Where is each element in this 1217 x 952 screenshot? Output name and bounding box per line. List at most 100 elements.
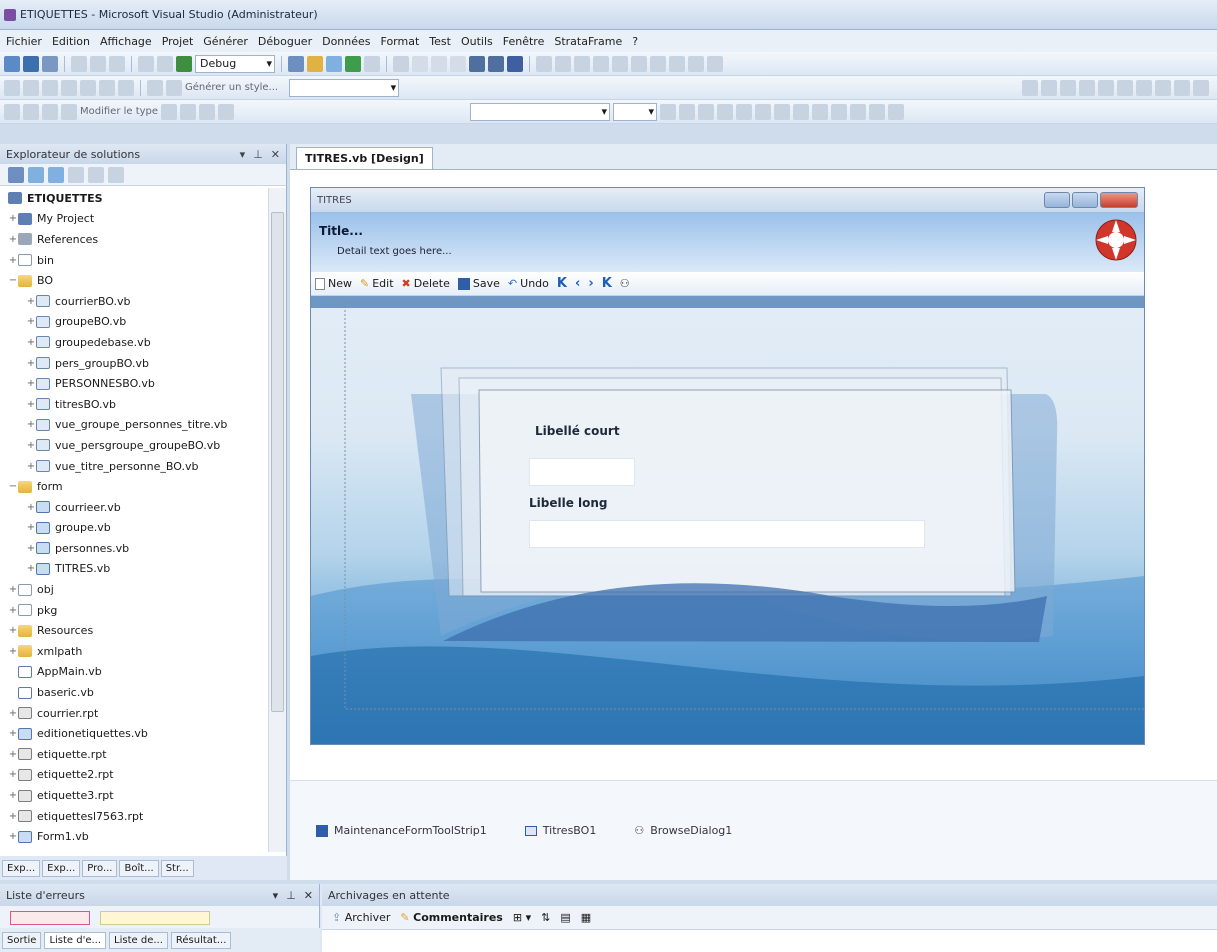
tools-icon[interactable] (488, 55, 504, 72)
step-icon[interactable] (450, 55, 466, 72)
object-browser-icon[interactable] (345, 55, 361, 72)
extension-icon[interactable] (507, 55, 523, 72)
menu-item[interactable]: Edition (52, 35, 90, 48)
output-tab[interactable]: Résultat... (170, 931, 232, 949)
class-diagram-icon[interactable] (108, 166, 124, 183)
expand-icon[interactable]: + (8, 831, 18, 842)
align-icon[interactable] (99, 79, 115, 96)
expand-icon[interactable]: − (8, 275, 18, 286)
tree-node[interactable]: + References (0, 229, 267, 250)
tree-node[interactable]: + vue_persgroupe_groupeBO.vb (0, 435, 267, 456)
auto-hide-icon[interactable]: ⊥ (253, 148, 263, 161)
tree-node[interactable]: + courrierBO.vb (0, 291, 267, 312)
properties-icon[interactable] (8, 166, 24, 183)
expand-icon[interactable]: + (8, 213, 18, 224)
align-icon[interactable] (574, 55, 590, 72)
spacing-icon[interactable] (669, 55, 685, 72)
align-right-icon[interactable] (793, 103, 810, 120)
layout-icon[interactable] (1098, 79, 1114, 96)
expand-icon[interactable]: + (26, 563, 36, 574)
tree-node[interactable]: + editionetiquettes.vb (0, 723, 267, 744)
align-icon[interactable] (118, 79, 134, 96)
tool-window-tab[interactable]: Str... (160, 859, 194, 877)
tree-node[interactable]: + xmlpath (0, 641, 267, 662)
text-icon[interactable] (4, 79, 20, 96)
expand-icon[interactable]: + (26, 378, 36, 389)
tree-node[interactable]: + vue_groupe_personnes_titre.vb (0, 415, 267, 436)
component-titres-bo[interactable]: TitresBO1 (524, 824, 596, 837)
expand-icon[interactable]: + (8, 605, 18, 616)
layout-icon[interactable] (1079, 79, 1095, 96)
scrollbar-thumb[interactable] (271, 212, 284, 712)
menu-item[interactable]: Déboguer (258, 35, 312, 48)
expand-icon[interactable]: − (8, 481, 18, 492)
save-icon[interactable] (23, 55, 39, 72)
align-center-icon[interactable] (774, 103, 791, 120)
copy-icon[interactable] (90, 55, 106, 72)
find-icon[interactable] (288, 55, 304, 72)
tree-node[interactable]: + personnes.vb (0, 538, 267, 559)
indent-icon[interactable] (869, 103, 886, 120)
output-tab[interactable]: Liste d'e... (44, 931, 107, 949)
new-button[interactable]: New (315, 277, 352, 290)
tree-node[interactable]: + etiquette3.rpt (0, 785, 267, 806)
filter-icon[interactable]: ⊞ ▾ (513, 911, 531, 924)
expand-icon[interactable]: + (8, 584, 18, 595)
layout-icon[interactable] (1117, 79, 1133, 96)
expand-icon[interactable]: + (8, 646, 18, 657)
tree-node[interactable]: + My Project (0, 209, 267, 230)
style-select[interactable]: ▾ (289, 78, 400, 97)
tree-node[interactable]: + pkg (0, 600, 267, 621)
browse-button[interactable]: ⚇ (620, 277, 630, 290)
cut-icon[interactable] (71, 55, 87, 72)
tab-titres-design[interactable]: TITRES.vb [Design] (296, 147, 433, 169)
menu-item[interactable]: StrataFrame (554, 35, 622, 48)
expand-icon[interactable]: + (26, 399, 36, 410)
menu-item[interactable]: Projet (162, 35, 194, 48)
pause-icon[interactable] (412, 55, 428, 72)
font-icon[interactable] (166, 79, 182, 96)
show-all-files-icon[interactable] (28, 166, 44, 183)
expand-icon[interactable]: + (8, 811, 18, 822)
expand-icon[interactable]: + (26, 358, 36, 369)
expand-icon[interactable]: + (26, 296, 36, 307)
bold-icon[interactable] (660, 103, 677, 120)
view-icon[interactable]: ▤ (560, 911, 570, 924)
expand-icon[interactable]: + (26, 337, 36, 348)
font-name-select[interactable]: ▾ (470, 102, 611, 121)
arrow-icon[interactable] (161, 103, 178, 120)
tree-node[interactable]: − form (0, 476, 267, 497)
tree-node[interactable]: + TITRES.vb (0, 559, 267, 580)
italic-icon[interactable] (679, 103, 696, 120)
window-icon[interactable] (469, 55, 485, 72)
project-node[interactable]: ETIQUETTES (0, 188, 267, 209)
auto-hide-icon[interactable]: ⊥ (286, 889, 296, 902)
tag-icon[interactable] (147, 79, 163, 96)
view-code-icon[interactable] (68, 166, 84, 183)
size-icon[interactable] (650, 55, 666, 72)
tree-node[interactable]: + vue_titre_personne_BO.vb (0, 456, 267, 477)
tree-node[interactable]: AppMain.vb (0, 662, 267, 683)
tool-window-tab[interactable]: Pro... (82, 859, 118, 877)
tree-node[interactable]: + obj (0, 579, 267, 600)
undo-button[interactable]: ↶ Undo (508, 277, 549, 290)
tree-node[interactable]: baseric.vb (0, 682, 267, 703)
tree-node[interactable]: + etiquette.rpt (0, 744, 267, 765)
save-button[interactable]: Save (457, 277, 500, 290)
undo-icon[interactable] (138, 55, 154, 72)
expand-icon[interactable]: + (26, 522, 36, 533)
tree-node[interactable]: + titresBO.vb (0, 394, 267, 415)
close-icon[interactable] (1100, 192, 1138, 208)
tree-node[interactable]: + Resources (0, 620, 267, 641)
menu-item[interactable]: Générer (203, 35, 248, 48)
expand-icon[interactable]: + (26, 543, 36, 554)
layout-icon[interactable] (1174, 79, 1190, 96)
redo-icon[interactable] (157, 55, 173, 72)
errors-filter-button[interactable] (10, 910, 90, 925)
start-debug-icon[interactable] (176, 55, 192, 72)
spacing-icon[interactable] (688, 55, 704, 72)
tree-node[interactable]: + pers_groupBO.vb (0, 353, 267, 374)
underline-icon[interactable] (698, 103, 715, 120)
font-color-icon[interactable] (717, 103, 734, 120)
archive-button[interactable]: ⇪ Archiver (332, 911, 390, 924)
